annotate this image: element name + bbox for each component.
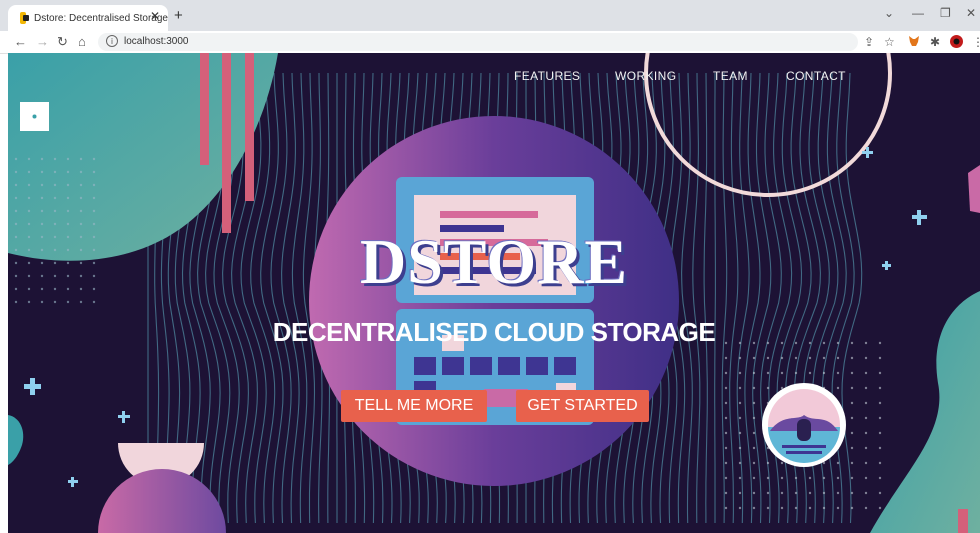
share-icon[interactable]: ⇪	[864, 35, 874, 49]
nav-link-working[interactable]: WORKING	[615, 69, 676, 83]
extensions-icon[interactable]: ✱	[930, 35, 940, 49]
window-close-icon[interactable]: ✕	[966, 6, 976, 20]
nav-link-contact[interactable]: CONTACT	[786, 69, 846, 83]
address-bar[interactable]: i localhost:3000	[98, 33, 858, 51]
nav-link-features[interactable]: FEATURES	[514, 69, 580, 83]
url-text[interactable]: localhost:3000	[124, 36, 189, 47]
back-icon[interactable]: ←	[14, 34, 27, 49]
bookmark-star-icon[interactable]: ☆	[884, 35, 895, 49]
favicon-icon	[20, 12, 30, 24]
half-circle-bottom-shape	[98, 469, 226, 533]
top-navigation: FEATURES WORKING TEAM CONTACT	[8, 69, 980, 85]
nav-link-team[interactable]: TEAM	[713, 69, 748, 83]
site-info-icon[interactable]: i	[106, 35, 118, 47]
tab-close-icon[interactable]: ✕	[150, 9, 160, 23]
profile-avatar-icon[interactable]	[950, 35, 963, 48]
reload-icon[interactable]: ↻	[57, 34, 68, 49]
new-tab-icon[interactable]: +	[174, 8, 183, 23]
hero-subtitle: DECENTRALISED CLOUD STORAGE	[272, 317, 716, 347]
get-started-button[interactable]: GET STARTED	[516, 390, 649, 422]
home-icon[interactable]: ⌂	[78, 34, 86, 49]
tab-search-icon[interactable]: ⌄	[884, 6, 894, 20]
tab-title: Dstore: Decentralised Storage	[34, 12, 168, 24]
browser-toolbar: ← → ↻ ⌂ i localhost:3000 ⇪ ☆ ✱ ⋮	[0, 31, 980, 54]
forward-icon[interactable]: →	[36, 34, 49, 49]
landscape-badge-icon	[762, 383, 846, 467]
hero-title: DSTORE	[359, 226, 629, 297]
browser-menu-icon[interactable]: ⋮	[972, 35, 980, 49]
restore-icon[interactable]: ❐	[940, 6, 951, 20]
browser-tab[interactable]: Dstore: Decentralised Storage ✕	[8, 5, 168, 31]
browser-tab-bar: Dstore: Decentralised Storage ✕ + ⌄ — ❐ …	[0, 0, 980, 31]
minimize-icon[interactable]: —	[912, 6, 924, 20]
laptop-illustration	[396, 177, 594, 425]
metamask-fox-icon[interactable]	[908, 35, 920, 47]
web-page: FEATURES WORKING TEAM CONTACT DSTORE DEC…	[8, 53, 980, 533]
pink-diamond-shape	[968, 165, 980, 213]
tell-me-more-button[interactable]: TELL ME MORE	[341, 390, 487, 422]
